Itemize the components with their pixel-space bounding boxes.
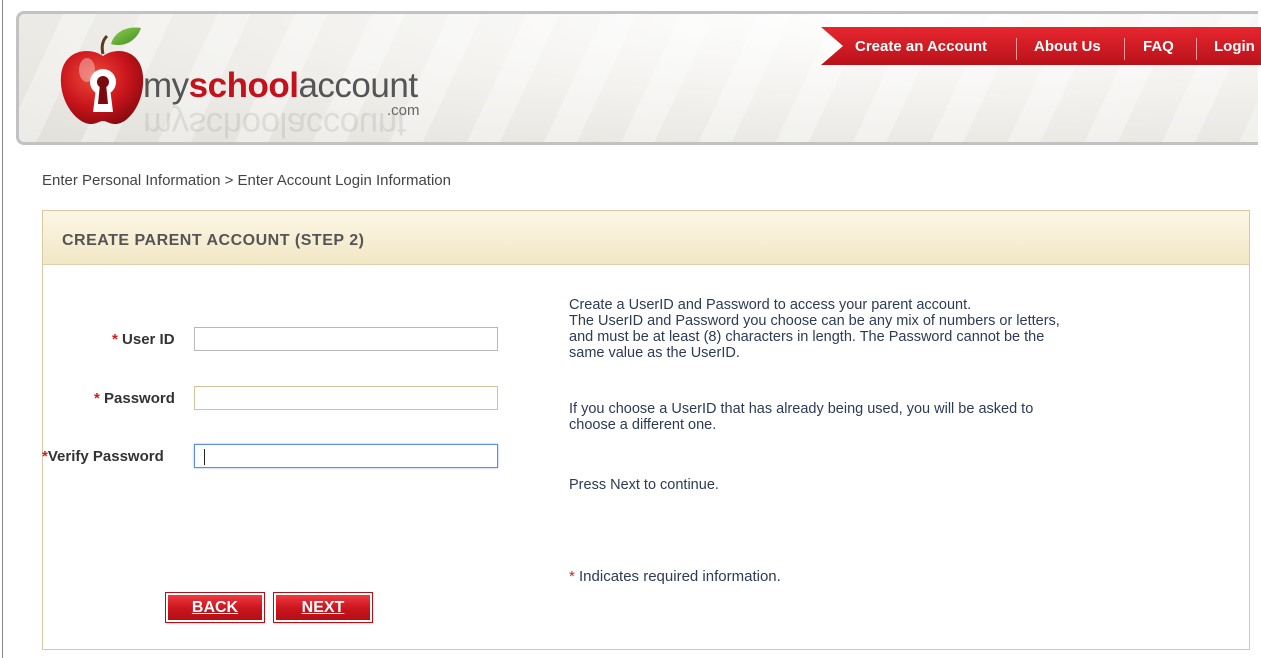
verify-password-label-text: Verify Password [47, 448, 164, 465]
brand-tld: .com [387, 102, 420, 119]
nav-separator [1016, 38, 1017, 60]
nav-separator [1124, 38, 1125, 60]
required-asterisk: * [112, 331, 118, 348]
next-button[interactable]: NEXT [273, 592, 373, 623]
brand-wordmark: myschoolaccount [143, 66, 418, 106]
help-line-6: choose a different one. [569, 417, 717, 433]
userid-label: * User ID [112, 331, 175, 348]
breadcrumb: Enter Personal Information > Enter Accou… [42, 172, 451, 189]
apple-keyhole-logo-icon [60, 27, 144, 124]
password-input[interactable] [194, 386, 498, 410]
required-asterisk: * [569, 568, 575, 585]
page-left-border [2, 0, 3, 658]
help-line-3: and must be at least (8) characters in l… [569, 329, 1045, 345]
panel-title: CREATE PARENT ACCOUNT (STEP 2) [62, 232, 365, 249]
help-line-1: Create a UserID and Password to access y… [569, 297, 972, 313]
password-label-text: Password [104, 390, 175, 407]
required-asterisk: * [94, 390, 100, 407]
nav-faq[interactable]: FAQ [1143, 38, 1174, 55]
nav-about-us[interactable]: About Us [1034, 38, 1101, 55]
verify-password-input[interactable] [194, 444, 498, 468]
help-line-2: The UserID and Password you choose can b… [569, 313, 1060, 329]
required-note-text: Indicates required information. [579, 568, 781, 585]
nav-separator [1196, 38, 1197, 60]
help-line-7: Press Next to continue. [569, 477, 719, 493]
nav-login[interactable]: Login [1214, 38, 1255, 55]
help-line-4: same value as the UserID. [569, 345, 740, 361]
brand-prefix: my [143, 66, 189, 105]
brand-suffix: account [298, 66, 418, 105]
verify-password-label: *Verify Password [42, 448, 164, 465]
help-line-5: If you choose a UserID that has already … [569, 401, 1034, 417]
brand-bold: school [188, 66, 299, 105]
password-label: * Password [94, 390, 175, 407]
nav-create-account[interactable]: Create an Account [855, 38, 987, 55]
required-note: * Indicates required information. [569, 569, 781, 585]
text-cursor [204, 449, 205, 465]
back-button[interactable]: BACK [165, 592, 265, 623]
userid-label-text: User ID [122, 331, 175, 348]
brand-reflection: myschoolaccount [143, 105, 406, 144]
userid-input[interactable] [194, 327, 498, 351]
